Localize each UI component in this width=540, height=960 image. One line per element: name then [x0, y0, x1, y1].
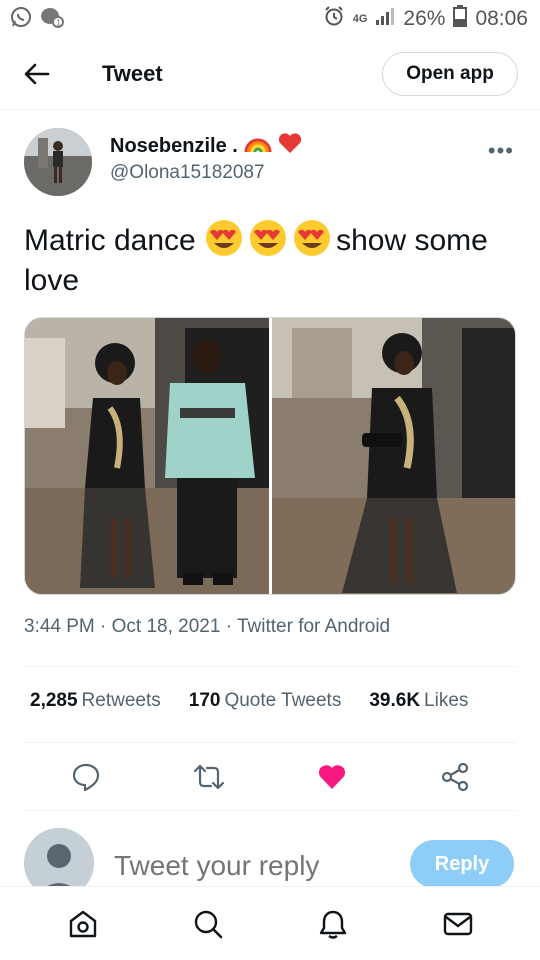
rainbow-emoji [244, 132, 272, 160]
battery-icon [453, 5, 468, 33]
reply-input[interactable] [114, 850, 374, 882]
whatsapp-icon [10, 6, 32, 33]
heart-eyes-emoji [204, 218, 244, 258]
tweet-text: Matric dance show some love [24, 218, 504, 301]
alarm-icon [323, 5, 345, 33]
tweet-actions [24, 752, 516, 802]
network-type: 4G [352, 13, 368, 25]
open-app-button[interactable]: Open app [382, 52, 518, 96]
reply-icon[interactable] [66, 757, 106, 797]
quotes-count: 170 [188, 690, 221, 711]
status-bar: 1 4G 26% 08:06 [0, 0, 540, 38]
avatar[interactable] [24, 128, 92, 196]
likes-label: Likes [424, 690, 469, 711]
retweet-icon[interactable] [189, 757, 229, 797]
page-title: Tweet [102, 60, 163, 86]
retweets-count: 2,285 [30, 690, 78, 711]
like-heart-icon[interactable] [312, 757, 352, 797]
signal-icon [375, 6, 395, 32]
tweet-stats: 2,285 Retweets 170 Quote Tweets 39.6K Likes [30, 690, 530, 712]
likes-count: 39.6K [369, 690, 421, 711]
bottom-nav [0, 886, 540, 960]
divider [24, 666, 516, 667]
home-icon[interactable] [61, 902, 105, 946]
notifications-bell-icon[interactable] [311, 902, 355, 946]
retweets-label: Retweets [81, 690, 161, 711]
quotes-label: Quote Tweets [224, 690, 342, 711]
retweets-stat[interactable]: 2,285 Retweets [30, 690, 161, 712]
divider [24, 810, 516, 811]
tweet-text-start: Matric dance [24, 224, 196, 257]
reply-composer: Reply [0, 822, 540, 898]
reply-button[interactable]: Reply [410, 840, 514, 888]
search-icon[interactable] [186, 902, 230, 946]
red-heart-emoji [278, 132, 302, 160]
likes-stat[interactable]: 39.6K Likes [369, 690, 468, 712]
heart-eyes-emoji [292, 218, 332, 258]
tweet-media [24, 317, 516, 595]
heart-eyes-emoji [248, 218, 288, 258]
share-icon[interactable] [435, 757, 475, 797]
quote-tweets-stat[interactable]: 170 Quote Tweets [189, 690, 342, 712]
battery-percent: 26% [403, 7, 446, 30]
back-arrow-icon[interactable] [22, 59, 52, 89]
tweet-photo[interactable] [271, 318, 515, 594]
messages-envelope-icon[interactable] [436, 902, 480, 946]
top-app-bar: Tweet Open app [0, 38, 540, 110]
svg-text:1: 1 [56, 18, 61, 27]
more-options-icon[interactable]: ••• [488, 138, 514, 164]
divider [24, 742, 516, 743]
clock: 08:06 [475, 7, 528, 30]
tweet-photo[interactable] [25, 318, 269, 594]
author-name[interactable]: Nosebenzile . [110, 135, 238, 158]
tweet-author: Nosebenzile . @Olona15182087 ••• [24, 128, 518, 198]
tweet-timestamp[interactable]: 3:44 PM · Oct 18, 2021 · Twitter for And… [24, 616, 390, 638]
author-handle[interactable]: @Olona15182087 [110, 162, 265, 184]
chat-bubble-icon: 1 [40, 6, 64, 33]
